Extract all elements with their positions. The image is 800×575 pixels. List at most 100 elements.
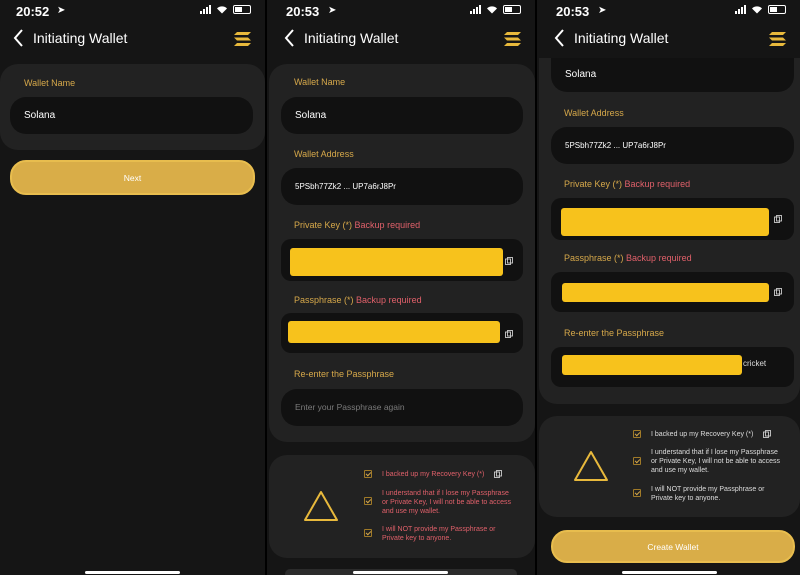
wallet-address-value: 5PSbh77Zk2 ... UP7a6rJ8Pr [295,182,396,191]
private-key-label: Private Key (*) Backup required [294,220,421,230]
signal-icon [470,5,481,14]
checkbox-backed-up[interactable]: I backed up my Recovery Key (*) [364,470,524,479]
reenter-passphrase-suffix: cricket [743,359,767,368]
location-arrow-icon: ➤ [328,5,337,16]
home-indicator [622,571,717,574]
wallet-details-card: Wallet Name Solana Wallet Address 5PSbh7… [269,64,535,442]
reenter-passphrase-label: Re-enter the Passphrase [294,369,395,379]
wallet-address-value: 5PSbh77Zk2 ... UP7a6rJ8Pr [565,141,666,150]
warning-triangle-icon [304,491,338,521]
wallet-name-field[interactable]: Solana [10,97,253,134]
wifi-icon [217,6,227,14]
checkbox-understand[interactable]: I understand that if I lose my Passphras… [364,489,514,516]
wifi-icon [752,6,762,14]
private-key-label: Private Key (*) Backup required [564,179,691,189]
copy-icon[interactable] [505,330,513,338]
wallet-name-card: Wallet Name Solana [0,64,265,150]
checkbox-checked-icon[interactable] [364,497,372,505]
copy-icon[interactable] [774,288,782,296]
checkbox-backed-up[interactable]: I backed up my Recovery Key (*) [633,430,793,439]
page-title: Initiating Wallet [574,30,669,46]
wallet-name-field[interactable]: Solana [281,97,523,134]
signal-icon [200,5,211,14]
nav-bar: Initiating Wallet [537,26,800,52]
private-key-field [551,198,794,240]
solana-logo-icon[interactable] [234,31,251,47]
status-bar: 20:53 ➤ [267,0,535,24]
reenter-passphrase-redaction [562,355,742,375]
private-key-field [281,239,523,281]
copy-icon[interactable] [505,257,513,265]
create-wallet-button[interactable]: Create Wallet [551,530,795,563]
passphrase-field [281,313,523,353]
status-time: 20:53 [286,4,320,19]
wallet-name-field[interactable]: Solana [551,58,794,92]
status-time: 20:53 [556,4,590,19]
system-icons [470,5,521,14]
home-indicator [353,571,448,574]
copy-icon[interactable] [774,215,782,223]
passphrase-label: Passphrase (*) Backup required [564,253,692,263]
location-arrow-icon: ➤ [598,5,607,16]
reenter-passphrase-input[interactable]: Enter your Passphrase again [281,389,523,426]
copy-icon[interactable] [494,470,503,478]
wallet-address-label: Wallet Address [564,108,624,118]
signal-icon [735,5,746,14]
screen-wallet-name: 20:52 ➤ Initiating Wallet Wallet Name So… [0,0,265,575]
wallet-address-field: 5PSbh77Zk2 ... UP7a6rJ8Pr [281,168,523,205]
checkbox-checked-icon[interactable] [364,470,372,478]
reenter-passphrase-label: Re-enter the Passphrase [564,328,665,338]
battery-icon [233,5,251,14]
solana-logo-icon[interactable] [769,31,786,47]
screen-wallet-details: 20:53 ➤ Initiating Wallet Wallet Name So… [267,0,535,575]
system-icons [735,5,786,14]
solana-logo-icon[interactable] [504,31,521,47]
reenter-passphrase-input[interactable]: cricket [551,347,794,387]
backup-required-note: Backup required [356,295,422,305]
checkbox-checked-icon[interactable] [364,529,372,537]
copy-icon[interactable] [763,430,772,438]
wifi-icon [487,6,497,14]
status-time: 20:52 [16,4,50,19]
checkbox-not-share-label: I will NOT provide my Passphrase or Priv… [382,526,496,542]
status-bar: 20:52 ➤ [0,0,265,24]
chevron-left-icon[interactable] [553,28,567,48]
nav-bar: Initiating Wallet [267,26,535,52]
location-arrow-icon: ➤ [57,5,66,16]
chevron-left-icon[interactable] [283,28,297,48]
wallet-name-value: Solana [565,69,597,80]
checkbox-understand-label: I understand that if I lose my Passphras… [651,449,781,474]
battery-icon [503,5,521,14]
private-key-redaction [290,248,503,276]
reenter-passphrase-placeholder: Enter your Passphrase again [295,402,405,412]
passphrase-redaction [288,321,500,343]
checkbox-understand-label: I understand that if I lose my Passphras… [382,490,512,515]
confirmation-card: I backed up my Recovery Key (*) I unders… [539,416,800,517]
checkbox-checked-icon[interactable] [633,430,641,438]
wallet-address-field: 5PSbh77Zk2 ... UP7a6rJ8Pr [551,127,794,164]
wallet-name-value: Solana [295,110,327,121]
status-bar: 20:53 ➤ [537,0,800,24]
passphrase-redaction [562,283,769,302]
wallet-details-card: Solana Wallet Address 5PSbh77Zk2 ... UP7… [539,58,800,404]
wallet-name-label: Wallet Name [24,78,76,88]
checkbox-understand[interactable]: I understand that if I lose my Passphras… [633,448,783,475]
checkbox-not-share[interactable]: I will NOT provide my Passphrase or Priv… [364,525,514,543]
backup-required-note: Backup required [624,179,691,189]
checkbox-not-share[interactable]: I will NOT provide my Passphrase or Priv… [633,485,773,503]
checkbox-checked-icon[interactable] [633,457,641,465]
passphrase-field [551,272,794,312]
checkbox-backed-up-label: I backed up my Recovery Key (*) [382,471,485,478]
screen-create-wallet: 20:53 ➤ Initiating Wallet Solana Wallet … [537,0,800,575]
home-indicator [85,571,180,574]
backup-required-note: Backup required [354,220,421,230]
confirmation-card: I backed up my Recovery Key (*) I unders… [269,455,535,558]
battery-icon [768,5,786,14]
wallet-name-value: Solana [24,110,56,121]
chevron-left-icon[interactable] [12,28,26,48]
wallet-address-label: Wallet Address [294,149,354,159]
checkbox-checked-icon[interactable] [633,489,641,497]
warning-triangle-icon [574,451,608,481]
nav-bar: Initiating Wallet [0,26,265,52]
next-button[interactable]: Next [10,160,255,195]
